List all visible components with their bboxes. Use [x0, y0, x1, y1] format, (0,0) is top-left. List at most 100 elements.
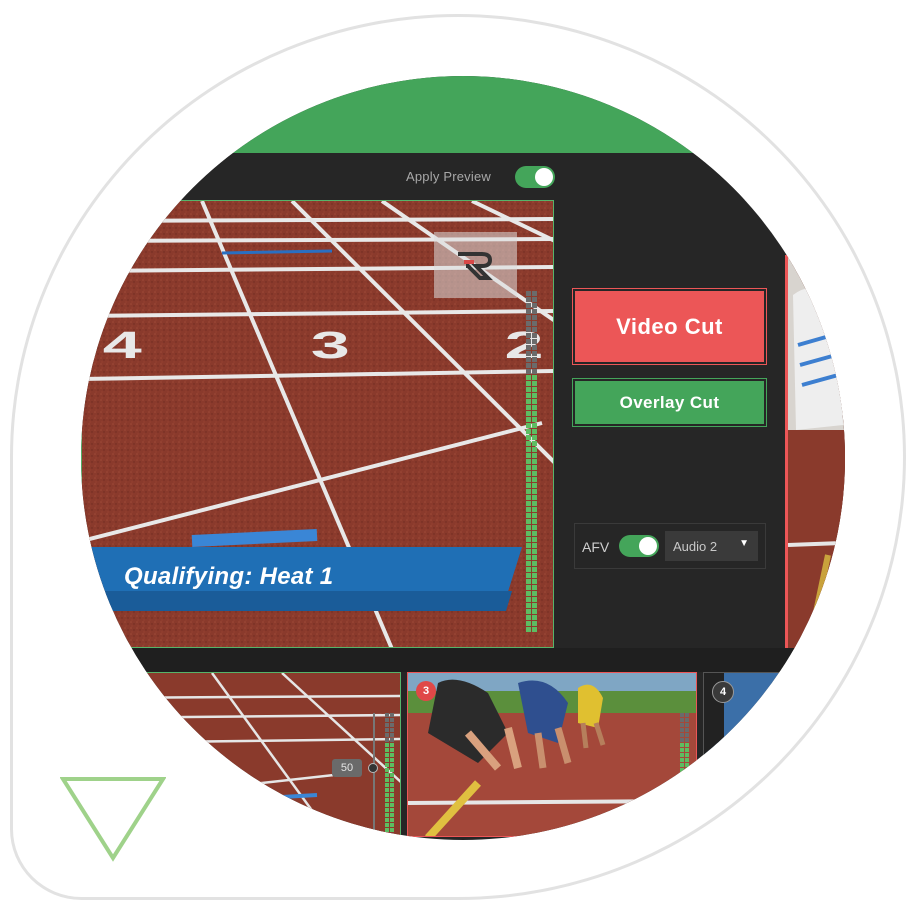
meter-segment	[526, 321, 531, 326]
meter-segment	[390, 783, 394, 787]
toggle-knob	[535, 168, 553, 186]
meter-segment	[685, 748, 689, 752]
meter-segment	[685, 813, 689, 817]
source-thumbnail-3[interactable]: 3	[407, 672, 697, 837]
meter-segment	[532, 573, 537, 578]
meter-segment	[390, 753, 394, 757]
meter-segment	[390, 798, 394, 802]
meter-segment	[680, 763, 684, 767]
meter-segment	[685, 788, 689, 792]
meter-column	[385, 713, 389, 832]
meter-segment	[526, 327, 531, 332]
meter-segment	[526, 549, 531, 554]
meter-segment	[532, 315, 537, 320]
meter-segment	[526, 453, 531, 458]
meter-segment	[680, 733, 684, 737]
meter-segment	[532, 471, 537, 476]
meter-segment	[532, 543, 537, 548]
video-cut-button[interactable]: Video Cut	[572, 288, 767, 365]
meter-segment	[385, 773, 389, 777]
meter-segment	[680, 713, 684, 717]
meter-segment	[390, 718, 394, 722]
apply-preview-toggle[interactable]	[515, 166, 555, 188]
meter-segment	[390, 733, 394, 737]
meter-segment	[526, 333, 531, 338]
meter-segment	[390, 808, 394, 812]
meter-segment	[385, 753, 389, 757]
meter-segment	[685, 768, 689, 772]
meter-segment	[526, 585, 531, 590]
meter-segment	[532, 627, 537, 632]
lane-number-4: 4	[103, 324, 143, 366]
meter-segment	[680, 758, 684, 762]
meter-segment	[526, 531, 531, 536]
meter-segment	[390, 758, 394, 762]
meter-segment	[532, 339, 537, 344]
meter-segment	[526, 513, 531, 518]
meter-segment	[685, 798, 689, 802]
meter-segment	[526, 411, 531, 416]
meter-segment	[390, 723, 394, 727]
meter-segment	[526, 543, 531, 548]
meter-segment	[385, 793, 389, 797]
meter-segment	[390, 778, 394, 782]
meter-segment	[532, 435, 537, 440]
meter-segment	[685, 763, 689, 767]
meter-segment	[390, 828, 394, 832]
meter-segment	[390, 738, 394, 742]
meter-segment	[685, 828, 689, 832]
preview-panel[interactable]: 4 3 2 Qualifying: Heat 1	[81, 200, 554, 648]
meter-segment	[526, 303, 531, 308]
meter-segment	[680, 808, 684, 812]
meter-segment	[526, 567, 531, 572]
meter-segment	[532, 291, 537, 296]
meter-segment	[526, 621, 531, 626]
meter-segment	[532, 525, 537, 530]
meter-segment	[680, 718, 684, 722]
meter-segment	[526, 525, 531, 530]
source-number-badge: 3	[416, 681, 436, 701]
meter-segment	[526, 435, 531, 440]
meter-segment	[385, 778, 389, 782]
meter-segment	[680, 788, 684, 792]
meter-segment	[680, 823, 684, 827]
header-band	[81, 76, 845, 153]
meter-segment	[685, 803, 689, 807]
meter-segment	[526, 477, 531, 482]
meter-segment	[532, 399, 537, 404]
meter-segment	[685, 783, 689, 787]
afv-toggle[interactable]	[619, 535, 659, 557]
program-panel[interactable]	[785, 255, 845, 650]
meter-segment	[385, 803, 389, 807]
apply-preview-label: Apply Preview	[406, 169, 491, 184]
meter-segment	[532, 591, 537, 596]
volume-slider-track[interactable]	[373, 713, 375, 833]
meter-segment	[532, 519, 537, 524]
meter-segment	[685, 823, 689, 827]
source-thumbnail-4[interactable]: 4	[703, 672, 845, 837]
meter-segment	[680, 723, 684, 727]
meter-segment	[526, 399, 531, 404]
meter-segment	[526, 555, 531, 560]
meter-segment	[680, 768, 684, 772]
meter-segment	[385, 758, 389, 762]
overlay-cut-button[interactable]: Overlay Cut	[572, 378, 767, 427]
meter-segment	[385, 718, 389, 722]
meter-segment	[532, 345, 537, 350]
meter-segment	[526, 375, 531, 380]
meter-segment	[532, 537, 537, 542]
meter-segment	[526, 537, 531, 542]
meter-segment	[385, 783, 389, 787]
meter-segment	[532, 501, 537, 506]
meter-segment	[680, 748, 684, 752]
volume-slider-knob[interactable]	[368, 763, 378, 773]
meter-segment	[532, 495, 537, 500]
meter-segment	[526, 603, 531, 608]
meter-segment	[685, 773, 689, 777]
meter-segment	[526, 573, 531, 578]
audio-source-select[interactable]: Audio 2 ▼	[665, 531, 758, 561]
meter-segment	[526, 393, 531, 398]
meter-segment	[526, 609, 531, 614]
meter-segment	[532, 483, 537, 488]
meter-segment	[526, 339, 531, 344]
